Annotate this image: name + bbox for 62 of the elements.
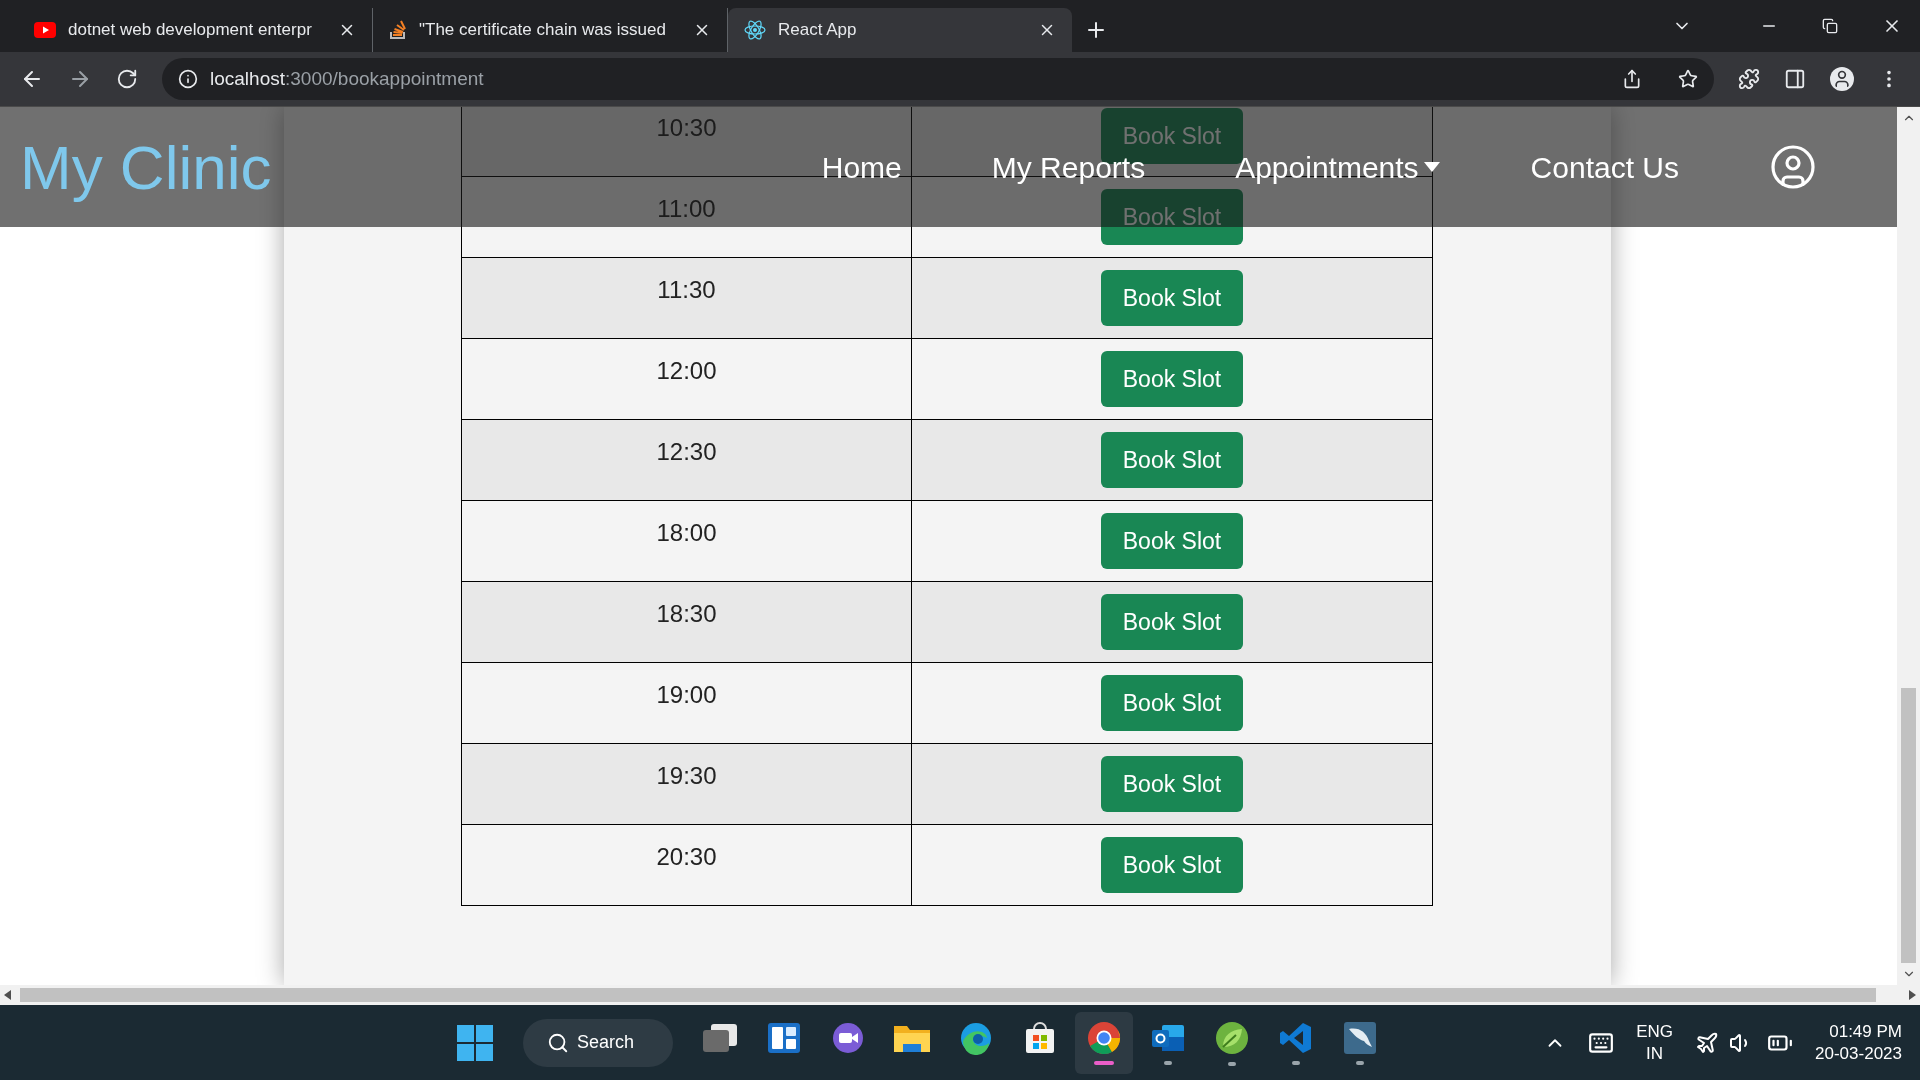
browser-icon <box>1087 1020 1122 1055</box>
address-bar[interactable]: localhost:3000/bookappointment <box>162 58 1714 100</box>
clock[interactable]: 01:49 PM 20-03-2023 <box>1815 1021 1902 1064</box>
time-cell: 20:30 <box>461 824 912 906</box>
info-icon <box>178 69 198 89</box>
book-slot-button[interactable]: Book Slot <box>1101 837 1243 893</box>
book-slot-button[interactable]: Book Slot <box>1101 432 1243 488</box>
play-icon <box>34 22 56 38</box>
language-indicator[interactable]: ENG IN <box>1636 1021 1674 1064</box>
time-cell: 11:30 <box>461 257 912 339</box>
side-panel-icon[interactable] <box>1784 68 1806 90</box>
tab-title: "The certificate chain was issued <box>419 19 667 42</box>
reload-icon[interactable] <box>116 68 138 90</box>
code-editor-icon <box>1279 1020 1314 1055</box>
tab-title: dotnet web development enterpr <box>68 19 313 42</box>
airplane-icon[interactable] <box>1695 1030 1720 1055</box>
running-indicator <box>1094 1060 1115 1065</box>
stack-icon <box>389 20 407 40</box>
leaf-icon <box>1214 1019 1251 1056</box>
taskbar-app[interactable] <box>1075 1011 1134 1074</box>
running-indicator <box>1292 1060 1301 1065</box>
profile-icon[interactable] <box>1830 67 1854 91</box>
book-slot-button[interactable]: Book Slot <box>1101 594 1243 650</box>
book-slot-button[interactable]: Book Slot <box>1101 513 1243 569</box>
vertical-scrollbar[interactable] <box>1897 107 1920 985</box>
scroll-right-icon[interactable] <box>1908 990 1916 1000</box>
time-cell: 18:30 <box>461 581 912 663</box>
atom-icon <box>744 20 766 40</box>
scroll-thumb[interactable] <box>1901 688 1916 963</box>
windows-logo-icon[interactable] <box>457 1024 494 1061</box>
time-cell: 12:00 <box>461 338 912 420</box>
book-slot-button[interactable]: Book Slot <box>1101 351 1243 407</box>
horizontal-scrollbar[interactable] <box>0 985 1920 1005</box>
search-field[interactable]: Search <box>523 1018 674 1067</box>
book-slot-button[interactable]: Book Slot <box>1101 675 1243 731</box>
browser-tab[interactable]: React App <box>728 8 1072 52</box>
url-text: localhost:3000/bookappointment <box>210 66 485 91</box>
caret-icon <box>1422 161 1441 173</box>
scroll-thumb[interactable] <box>20 988 1876 1002</box>
puzzle-icon[interactable] <box>1738 68 1760 90</box>
star-icon[interactable] <box>1678 69 1698 89</box>
swirl-icon <box>959 1020 994 1055</box>
logo[interactable]: My Clinic <box>20 120 272 214</box>
time-cell: 19:00 <box>461 662 912 744</box>
time-cell: 12:30 <box>461 419 912 501</box>
running-indicator <box>1164 1060 1173 1065</box>
scroll-left-icon[interactable] <box>4 990 12 1000</box>
tab-title: React App <box>778 19 858 42</box>
running-indicator <box>1228 1061 1237 1066</box>
book-slot-button[interactable]: Book Slot <box>1101 270 1243 326</box>
account-icon[interactable] <box>1769 143 1817 191</box>
running-indicator <box>1356 1060 1365 1065</box>
time-cell: 19:30 <box>461 743 912 825</box>
book-slot-button[interactable]: Book Slot <box>1101 756 1243 812</box>
restore-icon[interactable] <box>1822 18 1838 34</box>
nav-link[interactable]: Contact Us <box>1530 144 1679 190</box>
windows-stack-icon <box>701 1021 740 1054</box>
search-icon <box>547 1031 570 1054</box>
share-icon[interactable] <box>1622 69 1642 89</box>
widgets-icon <box>767 1021 802 1054</box>
video-camera-icon <box>831 1021 866 1054</box>
time-cell: 18:00 <box>461 500 912 582</box>
